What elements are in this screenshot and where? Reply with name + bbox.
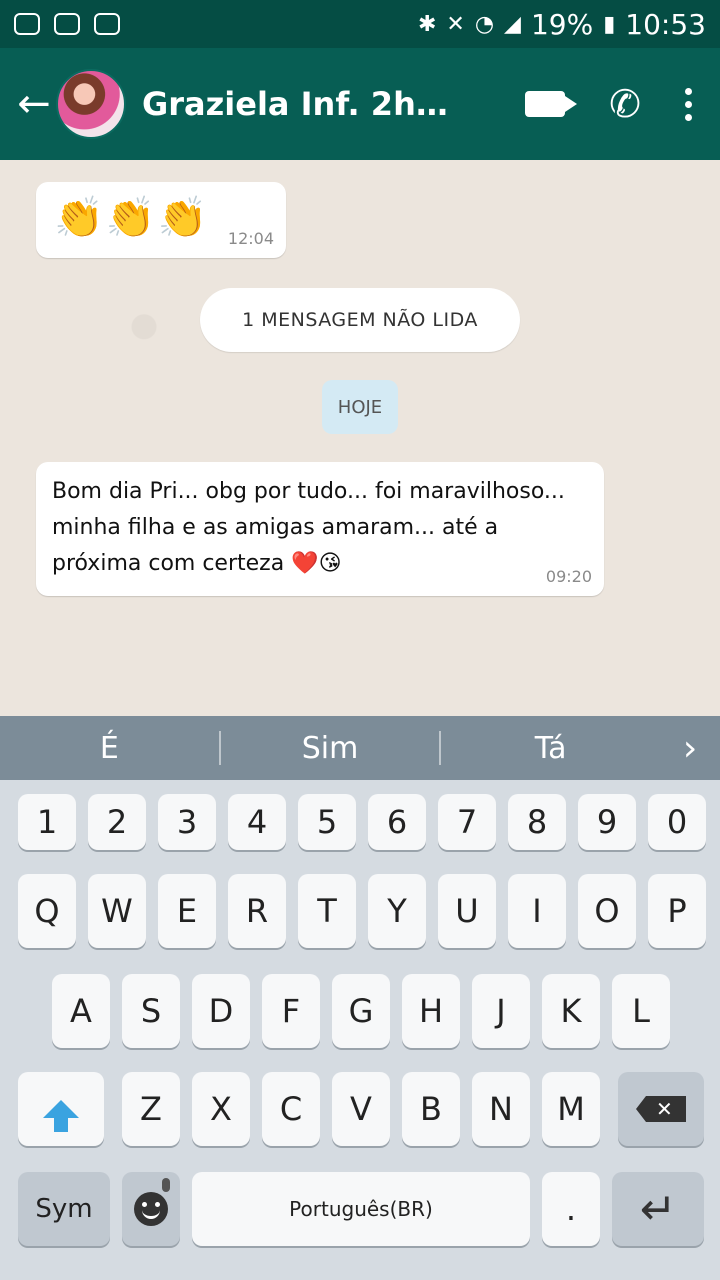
chat-title[interactable]: Graziela Inf. 2h Ja...: [142, 85, 452, 123]
key-o[interactable]: O: [578, 874, 636, 948]
message-time: 09:20: [545, 567, 592, 586]
key-u[interactable]: U: [438, 874, 496, 948]
key-b[interactable]: B: [402, 1072, 460, 1146]
battery-icon: ▮: [603, 11, 616, 37]
chat-header: ← Graziela Inf. 2h Ja... ✆: [0, 48, 720, 160]
key-n[interactable]: N: [472, 1072, 530, 1146]
key-m[interactable]: M: [542, 1072, 600, 1146]
shift-key[interactable]: [18, 1072, 104, 1146]
back-arrow-icon[interactable]: ←: [0, 81, 56, 127]
message-text: Bom dia Pri... obg por tudo... foi marav…: [52, 479, 565, 576]
key-a[interactable]: A: [52, 974, 110, 1048]
mail-icon: [94, 13, 120, 35]
unread-divider: 1 MENSAGEM NÃO LIDA: [200, 288, 520, 352]
enter-icon: ↵: [639, 1183, 677, 1235]
key-l[interactable]: L: [612, 974, 670, 1048]
key-9[interactable]: 9: [578, 794, 636, 850]
message-text: 👏👏👏: [54, 195, 210, 241]
key-8[interactable]: 8: [508, 794, 566, 850]
key-4[interactable]: 4: [228, 794, 286, 850]
mic-small-icon: [162, 1178, 170, 1192]
header-actions: ✆: [525, 82, 720, 126]
key-h[interactable]: H: [402, 974, 460, 1048]
key-g[interactable]: G: [332, 974, 390, 1048]
signal-icon: ◢: [504, 11, 521, 37]
enter-key[interactable]: ↵: [612, 1172, 704, 1246]
suggestion-bar: É Sim Tá ›: [0, 716, 720, 780]
notification-icons: [14, 13, 120, 35]
battery-percent: 19%: [530, 7, 594, 41]
key-k[interactable]: K: [542, 974, 600, 1048]
message-time: 12:04: [227, 229, 274, 248]
key-y[interactable]: Y: [368, 874, 426, 948]
avatar[interactable]: [56, 69, 126, 139]
system-icons: ✱ ✕ ◔ ◢ 19% ▮ 10:53: [418, 8, 706, 41]
key-1[interactable]: 1: [18, 794, 76, 850]
video-call-icon[interactable]: [525, 91, 578, 117]
message-bubble[interactable]: Bom dia Pri... obg por tudo... foi marav…: [36, 462, 604, 596]
key-f[interactable]: F: [262, 974, 320, 1048]
smiley-icon: [134, 1192, 168, 1226]
status-bar: ✱ ✕ ◔ ◢ 19% ▮ 10:53: [0, 0, 720, 48]
key-5[interactable]: 5: [298, 794, 356, 850]
key-i[interactable]: I: [508, 874, 566, 948]
bluetooth-icon: ✱: [417, 11, 437, 37]
sym-key[interactable]: Sym: [18, 1172, 110, 1246]
key-c[interactable]: C: [262, 1072, 320, 1146]
key-j[interactable]: J: [472, 974, 530, 1048]
shift-icon: [43, 1100, 79, 1132]
key-2[interactable]: 2: [88, 794, 146, 850]
key-0[interactable]: 0: [648, 794, 706, 850]
chevron-right-icon[interactable]: ›: [660, 728, 720, 769]
date-divider: HOJE: [322, 380, 398, 434]
keyboard: 1 2 3 4 5 6 7 8 9 0 Q W E R T Y U I O P …: [0, 780, 720, 1280]
suggestion-item[interactable]: É: [0, 731, 219, 766]
suggestion-item[interactable]: Sim: [221, 731, 440, 766]
more-options-icon[interactable]: [685, 87, 692, 121]
key-6[interactable]: 6: [368, 794, 426, 850]
key-p[interactable]: P: [648, 874, 706, 948]
key-t[interactable]: T: [298, 874, 356, 948]
wifi-icon: ◔: [474, 11, 495, 37]
key-7[interactable]: 7: [438, 794, 496, 850]
voicemail-icon: [54, 13, 80, 35]
phone-icon[interactable]: ✆: [609, 82, 641, 126]
key-x[interactable]: X: [192, 1072, 250, 1146]
mute-icon: ✕: [446, 11, 465, 37]
period-key[interactable]: .: [542, 1172, 600, 1246]
key-v[interactable]: V: [332, 1072, 390, 1146]
clock: 10:53: [625, 7, 706, 41]
key-w[interactable]: W: [88, 874, 146, 948]
suggestion-item[interactable]: Tá: [441, 731, 660, 766]
emoji-key[interactable]: [122, 1172, 180, 1246]
chat-area[interactable]: 👏👏👏 12:04 1 MENSAGEM NÃO LIDA HOJE Bom d…: [0, 160, 720, 716]
key-3[interactable]: 3: [158, 794, 216, 850]
key-d[interactable]: D: [192, 974, 250, 1048]
key-q[interactable]: Q: [18, 874, 76, 948]
key-e[interactable]: E: [158, 874, 216, 948]
backspace-key[interactable]: ✕: [618, 1072, 704, 1146]
instagram-icon: [14, 13, 40, 35]
key-r[interactable]: R: [228, 874, 286, 948]
backspace-icon: ✕: [636, 1096, 686, 1122]
space-key[interactable]: Português(BR): [192, 1172, 530, 1246]
key-s[interactable]: S: [122, 974, 180, 1048]
key-z[interactable]: Z: [122, 1072, 180, 1146]
message-bubble[interactable]: 👏👏👏 12:04: [36, 182, 286, 258]
